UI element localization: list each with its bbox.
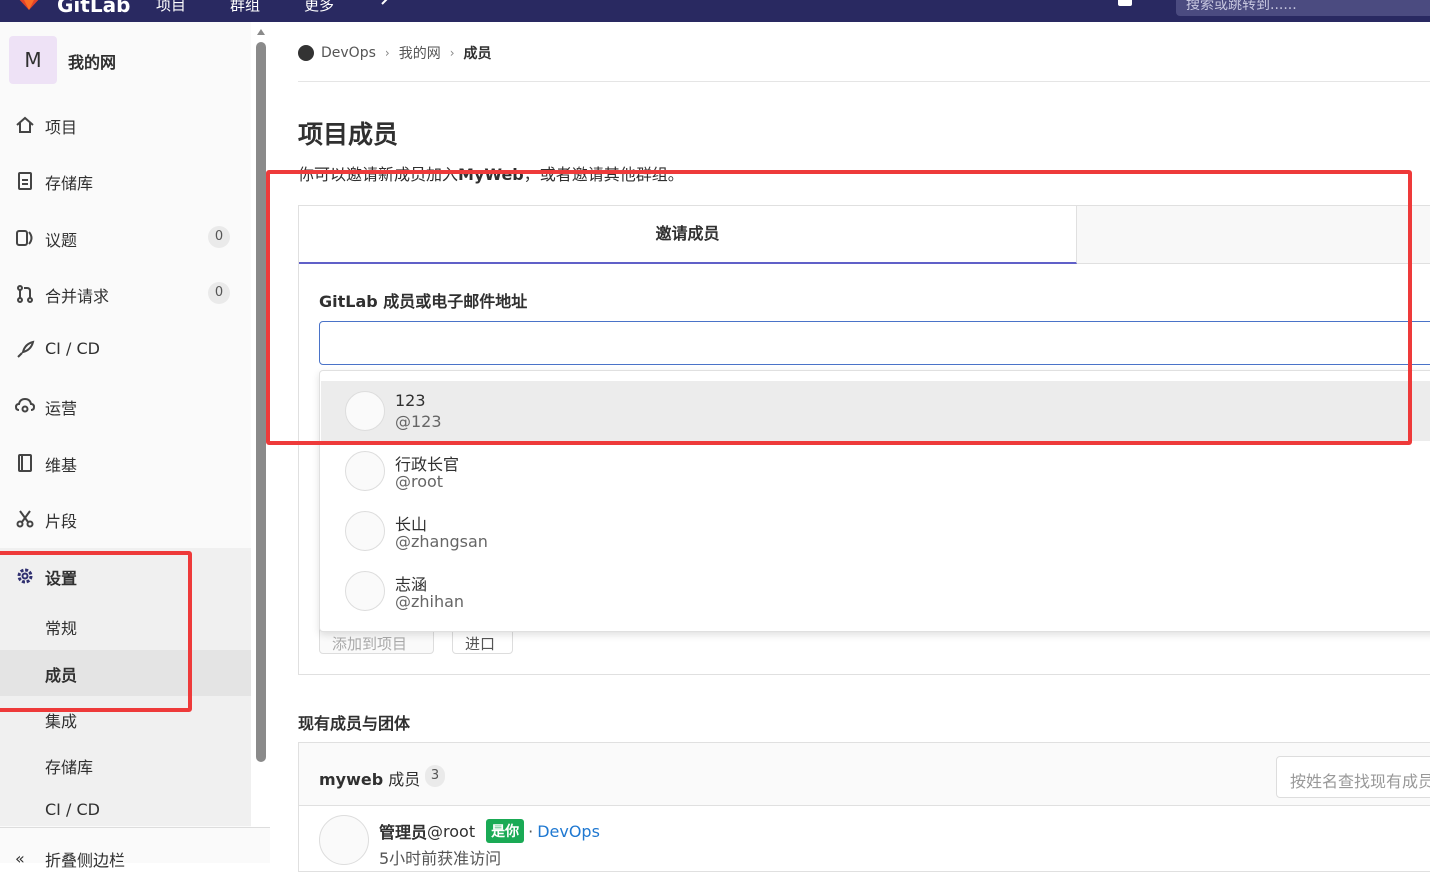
sidebar-item-snippets[interactable]: 片段 [0,497,251,541]
you-badge: 是你 [486,819,525,843]
sidebar: M 我的网 项目 存储库 议题 0 合并请求 0 CI / CD 运营 维基 片… [0,22,251,863]
suggestion-item[interactable]: 志涵 @zhihan [321,561,1430,621]
sidebar-item-label: 运营 [45,399,78,418]
breadcrumb-group[interactable]: DevOps [321,45,376,61]
breadcrumb-current[interactable]: 成员 [464,43,492,63]
members-count-badge: 3 [425,765,445,787]
project-name[interactable]: 我的网 [68,49,116,73]
member-name[interactable]: 管理员 [379,819,427,843]
avatar [345,511,385,551]
issues-icon [16,230,33,246]
rocket-icon [17,340,35,358]
todo-icon[interactable] [1118,0,1132,6]
members-project-name: myweb [319,770,384,789]
member-filter-input[interactable]: 按姓名查找现有成员 [1276,756,1430,798]
nav-groups[interactable]: 群组 [230,0,260,15]
avatar [345,571,385,611]
members-heading: myweb 成员 [319,766,420,790]
sidebar-item-label: 议题 [45,231,78,250]
sidebar-item-issues[interactable]: 议题 0 [0,216,251,260]
divider [298,81,1430,82]
sidebar-item-ci-cd[interactable]: CI / CD [0,328,251,372]
top-navbar: GitLab 项目 群组 更多 搜索或跳转到...... [0,0,1430,22]
sidebar-subitem-repository[interactable]: 存储库 [0,742,251,788]
sidebar-item-repository[interactable]: 存储库 [0,159,251,203]
members-header: myweb 成员 3 按姓名查找现有成员 [299,743,1430,806]
sidebar-item-label: 片段 [45,512,78,531]
collapse-sidebar-button[interactable]: « 折叠侧边栏 [0,827,270,870]
collapse-sidebar-label: 折叠侧边栏 [45,851,126,870]
cloud-gear-icon [15,397,35,413]
members-panel: myweb 成员 3 按姓名查找现有成员 管理员 @root 是你 · DevO… [298,742,1430,872]
merge-request-icon [17,285,33,303]
chevron-right-icon: › [449,46,455,60]
merge-requests-count-badge: 0 [208,282,230,304]
global-search-input[interactable]: 搜索或跳转到...... [1176,0,1430,16]
member-username: @root [427,821,476,841]
sidebar-item-label: 合并请求 [45,287,110,306]
avatar[interactable] [319,815,369,865]
existing-members-title: 现有成员与团体 [298,714,411,733]
project-avatar[interactable]: M [9,36,57,84]
members-label: 成员 [388,770,421,789]
suggestion-item[interactable]: 长山 @zhangsan [321,501,1430,561]
issues-count-badge: 0 [208,226,230,248]
home-icon [16,116,34,133]
suggestion-item[interactable]: 行政长官 @root [321,441,1430,501]
nav-more[interactable]: 更多 [304,0,334,15]
scroll-up-arrow-icon[interactable] [257,29,265,35]
member-group-link[interactable]: DevOps [537,822,600,841]
sidebar-item-operations[interactable]: 运营 [0,384,251,428]
gitlab-logo-icon[interactable] [14,0,44,10]
chevron-right-icon: › [384,46,390,60]
sidebar-subitem-label: 存储库 [45,758,94,777]
member-access-time: 5小时前获准访问 [379,849,502,868]
document-icon [18,172,32,190]
sidebar-item-label: 存储库 [45,174,94,193]
suggestion-username: @root [395,472,444,491]
separator-dot: · [528,821,534,841]
highlight-box [0,551,192,712]
breadcrumb: DevOps › 我的网 › 成员 [298,43,492,63]
sidebar-item-label: 维基 [45,456,78,475]
breadcrumb-project[interactable]: 我的网 [399,43,441,63]
book-icon [18,454,32,472]
nav-projects[interactable]: 项目 [156,0,186,15]
pencil-icon[interactable] [380,0,394,6]
sidebar-item-project[interactable]: 项目 [0,103,251,147]
sidebar-item-merge-requests[interactable]: 合并请求 0 [0,272,251,316]
group-avatar [298,45,314,61]
sidebar-item-label: 项目 [45,118,78,137]
suggestion-username: @zhihan [395,592,465,611]
sidebar-item-wiki[interactable]: 维基 [0,441,251,485]
suggestion-username: @zhangsan [395,532,488,551]
sidebar-scrollbar-thumb[interactable] [256,42,266,762]
page-title: 项目成员 [298,120,399,149]
brand-name[interactable]: GitLab [57,0,130,17]
sidebar-subitem-label: CI / CD [45,800,100,819]
avatar [345,451,385,491]
double-chevron-left-icon: « [15,849,25,868]
scissors-icon [16,510,34,528]
highlight-box [266,170,1412,445]
member-row: 管理员 @root 是你 · DevOps [379,819,600,843]
sidebar-item-label: CI / CD [45,339,100,358]
